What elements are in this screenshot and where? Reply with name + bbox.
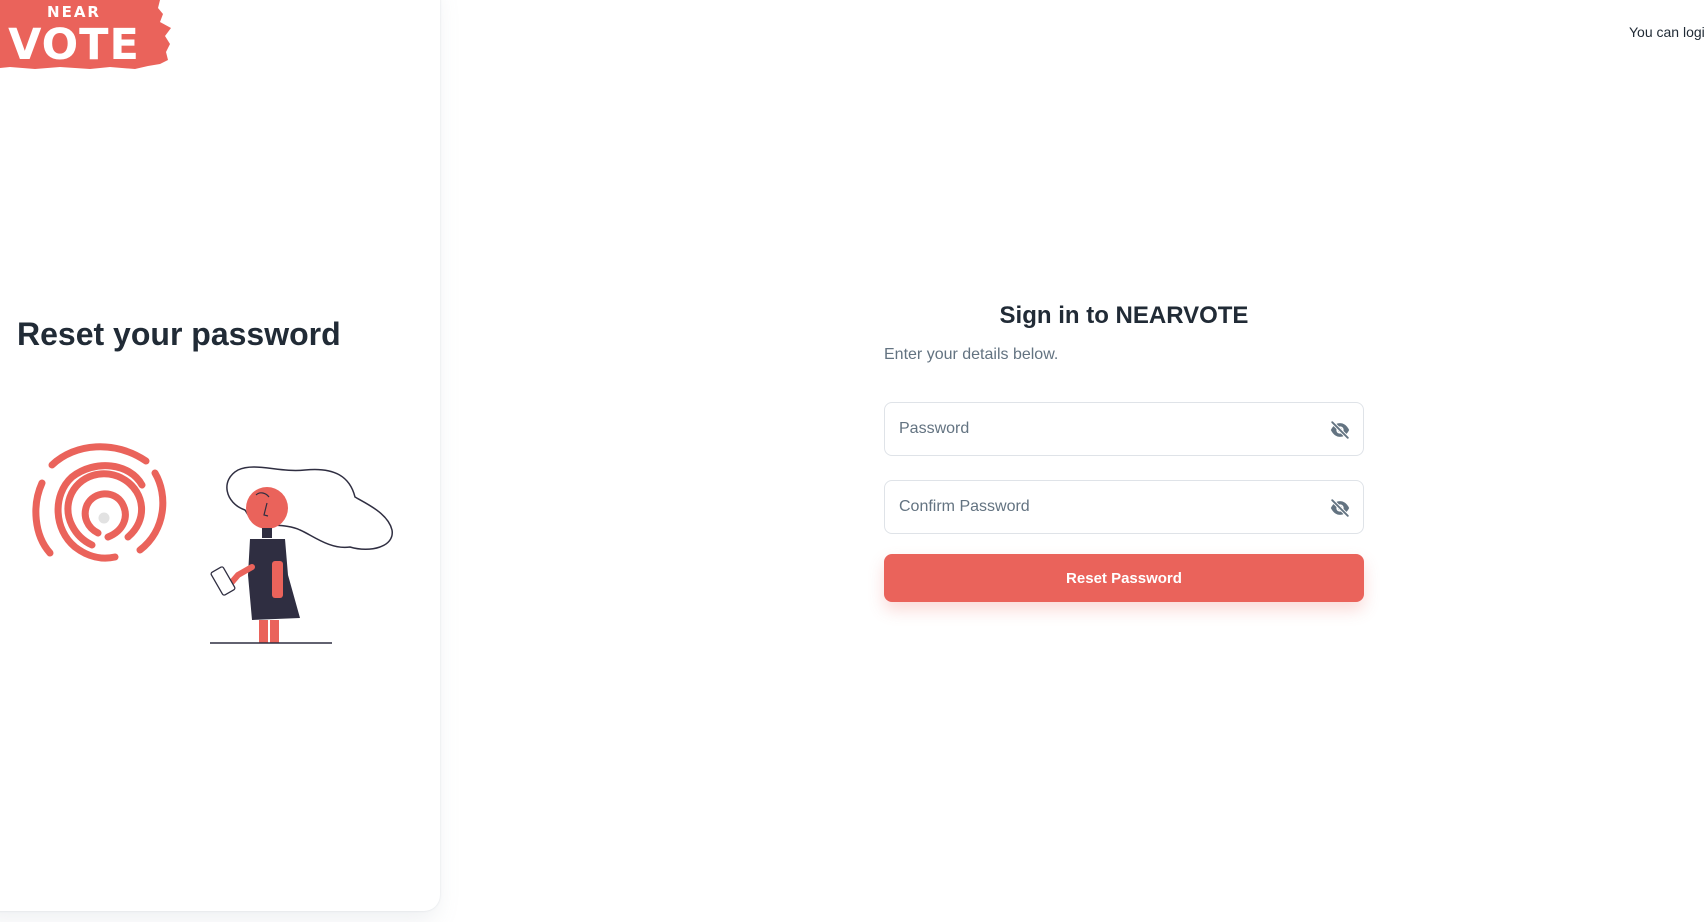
form-subtitle: Enter your details below. <box>884 346 1059 363</box>
fingerprint-icon <box>32 443 167 562</box>
toggle-confirm-password-visibility-button[interactable] <box>1325 493 1355 523</box>
login-prompt-text: You can logi <box>1629 24 1705 40</box>
reset-password-illustration <box>20 425 400 647</box>
logo-top-text: NEAR <box>47 3 101 21</box>
logo-bottom-text: VOTE <box>8 20 140 70</box>
side-title: Reset your password <box>17 316 341 352</box>
confirm-password-input[interactable] <box>885 481 1363 533</box>
reset-password-page: NEAR VOTE Reset your password You can lo… <box>0 0 1708 922</box>
nearvote-logo[interactable]: NEAR VOTE <box>0 0 172 70</box>
eye-off-icon <box>1330 420 1350 440</box>
reset-password-form: Sign in to NEARVOTE Enter your details b… <box>884 296 1364 602</box>
eye-off-icon <box>1330 498 1350 518</box>
confirm-password-field <box>884 480 1364 534</box>
form-title: Sign in to NEARVOTE <box>999 302 1249 329</box>
toggle-password-visibility-button[interactable] <box>1325 415 1355 445</box>
password-field <box>884 402 1364 456</box>
password-input[interactable] <box>885 403 1363 455</box>
reset-password-button[interactable]: Reset Password <box>884 554 1364 602</box>
